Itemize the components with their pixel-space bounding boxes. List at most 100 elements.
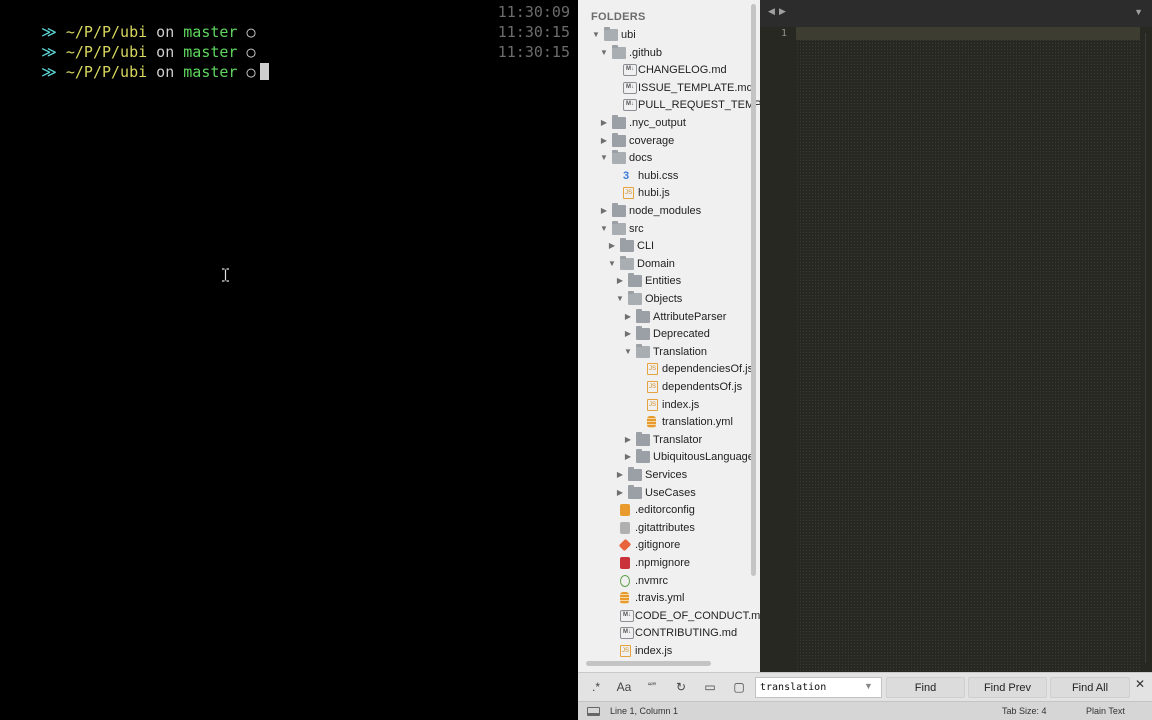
tree-item-label: index.js	[662, 398, 700, 411]
css-file-icon: 3	[623, 169, 630, 182]
terminal-line: ≫ ~/P/P/ubi on master ○ 11:30:09	[5, 2, 570, 41]
close-icon[interactable]: ✕	[1135, 677, 1145, 691]
tree-item-label: Translation	[653, 345, 708, 358]
prompt-symbol: ≫	[41, 63, 57, 81]
tree-item-label: Domain	[637, 257, 675, 270]
in-selection-toggle-icon[interactable]: ▭	[699, 678, 721, 697]
disclosure-open-icon[interactable]: ▼	[600, 44, 608, 62]
current-line-highlight	[796, 27, 1140, 40]
folder-icon	[612, 132, 626, 147]
disclosure-open-icon[interactable]: ▼	[616, 290, 624, 308]
line-number: 1	[780, 28, 787, 39]
tree-item-label: AttributeParser	[653, 310, 727, 323]
find-history-icon[interactable]: ▼	[864, 681, 873, 691]
folder-open-icon	[628, 291, 642, 305]
highlight-matches-toggle-icon[interactable]: ▢	[728, 678, 750, 697]
tree-item-label: src	[629, 222, 644, 235]
editor-pane[interactable]: ◀ ▶ ▼ 1	[760, 0, 1152, 672]
disclosure-closed-icon[interactable]: ▶	[600, 202, 608, 220]
text-area[interactable]	[796, 27, 1140, 672]
disclosure-open-icon[interactable]: ▼	[608, 255, 616, 273]
tree-item-label: UseCases	[645, 486, 696, 499]
tree-item-label: CONTRIBUTING.md	[635, 627, 738, 640]
disclosure-open-icon[interactable]: ▼	[600, 220, 608, 238]
ibeam-cursor-icon	[222, 268, 229, 282]
folder-icon	[636, 431, 650, 446]
nav-back-icon[interactable]: ◀	[768, 6, 775, 17]
whole-word-toggle-icon[interactable]: “”	[641, 678, 663, 697]
disclosure-open-icon[interactable]: ▼	[600, 149, 608, 167]
folder-sidebar[interactable]: FOLDERS ▼ ubi ▼ .github M↓ CHANGELOG.md M↓ ISSU…	[578, 0, 760, 672]
editorconfig-file-icon	[620, 504, 630, 517]
tree-item-label: .nvmrc	[635, 574, 668, 587]
disclosure-closed-icon[interactable]: ▶	[608, 237, 616, 255]
terminal-pane[interactable]: ≫ ~/P/P/ubi on master ○ 11:30:09 ≫ ~/P/P…	[0, 0, 578, 720]
folder-icon	[628, 273, 642, 288]
folder-open-icon	[620, 255, 634, 270]
markdown-file-icon: M↓	[623, 64, 637, 77]
folders-header: FOLDERS	[591, 11, 646, 23]
disclosure-closed-icon[interactable]: ▶	[624, 431, 632, 449]
case-sensitive-toggle-icon[interactable]: Aa	[613, 678, 635, 697]
wrap-toggle-icon[interactable]: ↻	[670, 678, 692, 697]
disclosure-closed-icon[interactable]: ▶	[624, 448, 632, 466]
find-all-button[interactable]: Find All	[1050, 677, 1130, 698]
tree-item-label: hubi.js	[638, 187, 670, 200]
folder-open-icon	[636, 343, 650, 358]
regex-toggle-icon[interactable]: .*	[585, 678, 607, 697]
caret-position: Line 1, Column 1	[610, 706, 679, 716]
disclosure-closed-icon[interactable]: ▶	[616, 272, 624, 290]
find-input[interactable]	[755, 677, 882, 698]
disclosure-open-icon[interactable]: ▼	[624, 343, 632, 361]
npm-file-icon	[620, 557, 630, 569]
tree-item-label: ubi	[621, 29, 636, 41]
markdown-file-icon: M↓	[620, 609, 634, 622]
tree-item-label: .nyc_output	[629, 117, 686, 129]
git-status-indicator: ○	[246, 63, 256, 81]
tab-menu-icon[interactable]: ▼	[1134, 7, 1143, 17]
tree-item-label: Objects	[645, 293, 683, 305]
tree-item-label: .github	[629, 46, 663, 59]
syntax-mode[interactable]: Plain Text	[1086, 702, 1125, 720]
file-icon	[620, 521, 630, 534]
tree-item-label: translation.yml	[662, 416, 733, 429]
prompt-time: 11:30:09	[497, 3, 570, 21]
terminal-cursor	[259, 63, 269, 80]
javascript-file-icon: JS	[620, 645, 631, 657]
tree-item-label: ISSUE_TEMPLATE.md	[638, 81, 753, 94]
folder-icon	[636, 308, 650, 323]
javascript-file-icon: JS	[647, 363, 658, 376]
tree-item-label: index.js	[635, 645, 673, 657]
disclosure-closed-icon[interactable]: ▶	[624, 325, 632, 343]
folder-icon	[628, 467, 642, 481]
tab-size[interactable]: Tab Size: 4	[1002, 702, 1047, 720]
disclosure-closed-icon[interactable]: ▶	[624, 308, 632, 326]
tree-item-label: hubi.css	[638, 169, 679, 182]
tree-item-label: Entities	[645, 275, 682, 288]
sidebar-scrollbar[interactable]	[751, 4, 756, 576]
tree-item-label: Deprecated	[653, 328, 710, 341]
sidebar-horizontal-scrollbar[interactable]	[586, 661, 711, 666]
terminal-line: ≫ ~/P/P/ubi on master ○ 11:30:15	[5, 42, 570, 81]
disclosure-closed-icon[interactable]: ▶	[616, 484, 624, 502]
tree-item-label: .npmignore	[635, 557, 691, 569]
tree-item-label: CLI	[637, 240, 655, 253]
folder-icon	[620, 238, 634, 253]
nav-forward-icon[interactable]: ▶	[779, 6, 786, 17]
disclosure-closed-icon[interactable]: ▶	[600, 132, 608, 150]
markdown-file-icon: M↓	[623, 81, 637, 94]
git-file-icon	[618, 539, 632, 552]
prompt-time: 11:30:15	[497, 43, 570, 61]
editor-scrollbar[interactable]	[1145, 33, 1146, 663]
markdown-file-icon: M↓	[620, 627, 634, 640]
yaml-file-icon	[647, 416, 656, 429]
disclosure-closed-icon[interactable]: ▶	[600, 114, 608, 132]
disclosure-closed-icon[interactable]: ▶	[616, 466, 624, 484]
tree-item-label: CODE_OF_CONDUCT.md	[635, 609, 760, 622]
panel-toggle-icon[interactable]	[587, 707, 600, 716]
tree-item-label: CHANGELOG.md	[638, 64, 727, 77]
prompt-path: ~/P/P/ubi	[65, 63, 148, 81]
disclosure-open-icon[interactable]: ▼	[592, 26, 600, 44]
find-button[interactable]: Find	[886, 677, 965, 698]
find-prev-button[interactable]: Find Prev	[968, 677, 1047, 698]
